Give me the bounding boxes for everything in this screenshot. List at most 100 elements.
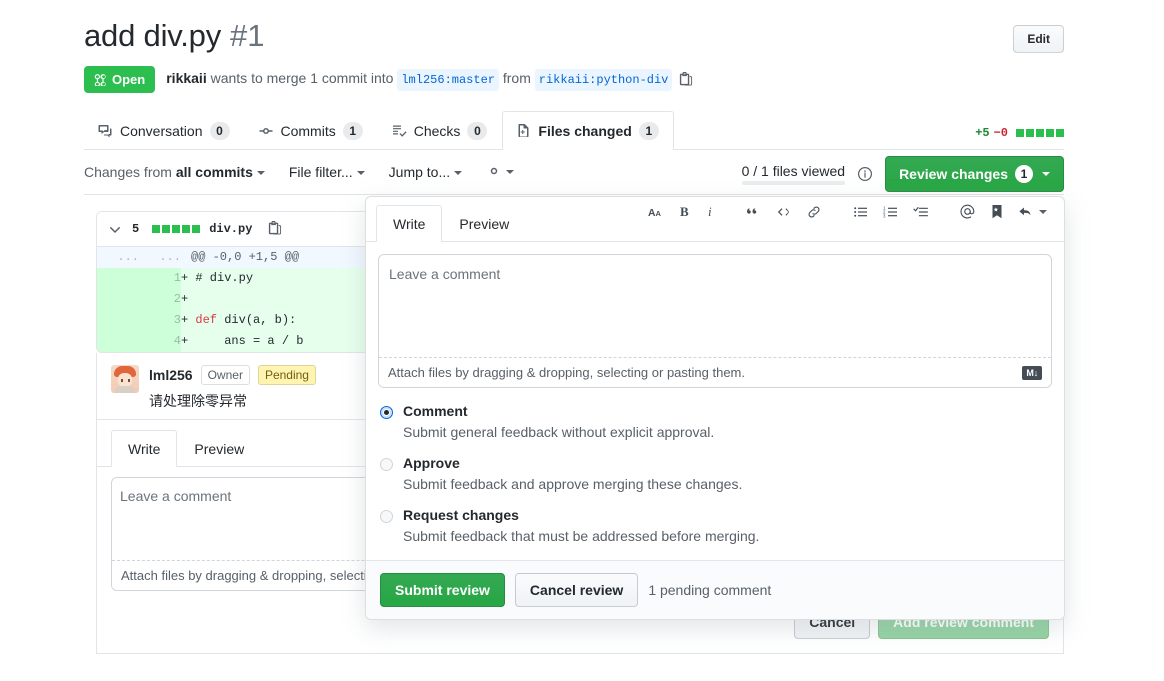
files-subnav: Changes from all commits File filter... … [84,150,1064,195]
review-textarea-wrap: Leave a comment Attach files by dragging… [378,254,1052,388]
reply-icon[interactable] [1011,204,1054,220]
tab-conversation[interactable]: Conversation 0 [84,111,245,150]
review-option-comment[interactable]: Comment Submit general feedback without … [380,402,1050,442]
review-option-approve-text: Approve Submit feedback and approve merg… [403,454,742,494]
pr-tabnav: Conversation 0 Commits 1 Checks 0 Files … [84,111,1064,150]
review-tab-preview[interactable]: Preview [442,205,526,242]
radio-comment[interactable] [380,406,393,419]
reply-tab-preview[interactable]: Preview [177,430,261,467]
review-option-comment-title: Comment [403,403,468,419]
tab-commits-count: 1 [342,122,363,140]
review-tab-write[interactable]: Write [376,205,443,242]
tab-files-changed[interactable]: Files changed 1 [502,111,674,150]
svg-text:i: i [708,204,712,219]
diff-line-new: 4 [139,331,181,352]
base-branch-chip[interactable]: lml256:master [397,69,499,91]
diff-line-old [97,289,139,310]
pull-request-page: add div.py #1 Edit Open rikkaii wants to… [0,0,1164,681]
review-option-approve[interactable]: Approve Submit feedback and approve merg… [380,454,1050,494]
hunk-ellipsis-left: ... [97,247,139,268]
radio-approve[interactable] [380,458,393,471]
files-viewed-status: 0 / 1 files viewed [741,163,846,185]
review-option-comment-text: Comment Submit general feedback without … [403,402,714,442]
head-branch-chip[interactable]: rikkaii:python-div [534,69,673,91]
jump-to-label: Jump to... [388,164,451,180]
task-list-icon[interactable] [906,204,936,220]
file-change-count: 5 [132,222,140,236]
changes-from-prefix: Changes from [84,164,172,180]
chevron-down-icon[interactable] [107,221,123,237]
review-dialog-body: Leave a comment Attach files by dragging… [366,242,1064,388]
diff-line-new: 2 [139,289,181,310]
quote-icon[interactable] [739,204,769,220]
link-icon[interactable] [799,204,830,220]
markdown-toolbar: AA B i 1 2 3 [641,203,1054,220]
avatar[interactable] [111,365,139,393]
review-changes-button[interactable]: Review changes 1 [885,156,1064,192]
code-icon[interactable] [769,204,799,220]
page-title: add div.py [84,18,222,53]
diff-line-old [97,331,139,352]
jump-to-menu[interactable]: Jump to... [388,162,463,182]
status-badge: Open [84,66,156,93]
pr-title-row: add div.py #1 [84,18,1164,54]
info-icon[interactable] [857,166,873,182]
comment-author[interactable]: lml256 [149,367,193,383]
review-option-request-changes[interactable]: Request changes Submit feedback that mus… [380,506,1050,546]
review-option-approve-desc: Submit feedback and approve merging thes… [403,476,743,492]
bold-icon[interactable]: B [672,204,699,220]
edit-button[interactable]: Edit [1013,25,1064,53]
tab-files-changed-count: 1 [638,122,659,140]
files-viewed-label: 0 / 1 files viewed [741,163,846,179]
pr-number: #1 [230,18,265,53]
file-name[interactable]: div.py [209,222,252,236]
review-option-request-changes-text: Request changes Submit feedback that mus… [403,506,759,546]
tab-commits-label: Commits [280,123,336,139]
status-badge-label: Open [112,72,146,87]
tab-checks-count: 0 [467,122,488,140]
pr-subheader: Open rikkaii wants to merge 1 commit int… [84,66,1164,93]
tab-commits[interactable]: Commits 1 [245,111,378,150]
submit-review-button[interactable]: Submit review [380,573,505,607]
checklist-icon [391,123,407,139]
review-dialog-tabs: Write Preview AA B i 1 2 3 [366,197,1064,242]
ordered-list-icon[interactable]: 123 [876,204,906,220]
markdown-icon[interactable]: M↓ [1022,365,1042,380]
mention-icon[interactable] [952,203,983,220]
diffstat-summary: +5 −0 [975,126,1064,140]
saved-reply-icon[interactable] [983,204,1011,220]
owner-badge: Owner [200,365,250,385]
review-changes-dialog: Write Preview AA B i 1 2 3 Leave a comme… [365,196,1065,620]
svg-text:B: B [680,204,689,219]
review-comment-input[interactable]: Leave a comment [379,255,1051,357]
diff-settings-menu[interactable] [486,163,515,182]
merge-description: rikkaii wants to merge 1 commit into lml… [166,68,693,91]
tab-checks[interactable]: Checks 0 [378,111,503,150]
changes-from-menu[interactable]: Changes from all commits [84,162,265,182]
files-viewed-progress [741,181,846,185]
tab-conversation-label: Conversation [120,123,203,139]
copy-path-icon[interactable] [267,220,282,238]
git-commit-icon [258,123,274,139]
hunk-ellipsis-right: ... [139,247,181,268]
review-dialog-footer: Submit review Cancel review 1 pending co… [366,560,1064,619]
changes-from-value: all commits [175,164,253,180]
heading-icon[interactable]: AA [641,204,672,220]
file-diffstat-blocks [152,225,201,233]
reply-tab-write[interactable]: Write [111,430,178,467]
radio-request-changes[interactable] [380,510,393,523]
unordered-list-icon[interactable] [846,204,876,220]
pending-badge: Pending [257,365,316,385]
comment-discussion-icon [97,123,113,139]
file-filter-menu[interactable]: File filter... [289,162,365,182]
cancel-review-button[interactable]: Cancel review [514,573,639,607]
pr-author: rikkaii [166,70,207,86]
diffstat-deletions: −0 [993,126,1008,140]
diff-line-old [97,310,139,331]
review-option-comment-desc: Submit general feedback without explicit… [403,424,715,440]
gear-icon [486,163,502,182]
pending-comment-count: 1 pending comment [648,582,772,598]
italic-icon[interactable]: i [699,204,723,220]
from-word: from [502,70,531,86]
copy-branch-icon[interactable] [678,71,693,91]
